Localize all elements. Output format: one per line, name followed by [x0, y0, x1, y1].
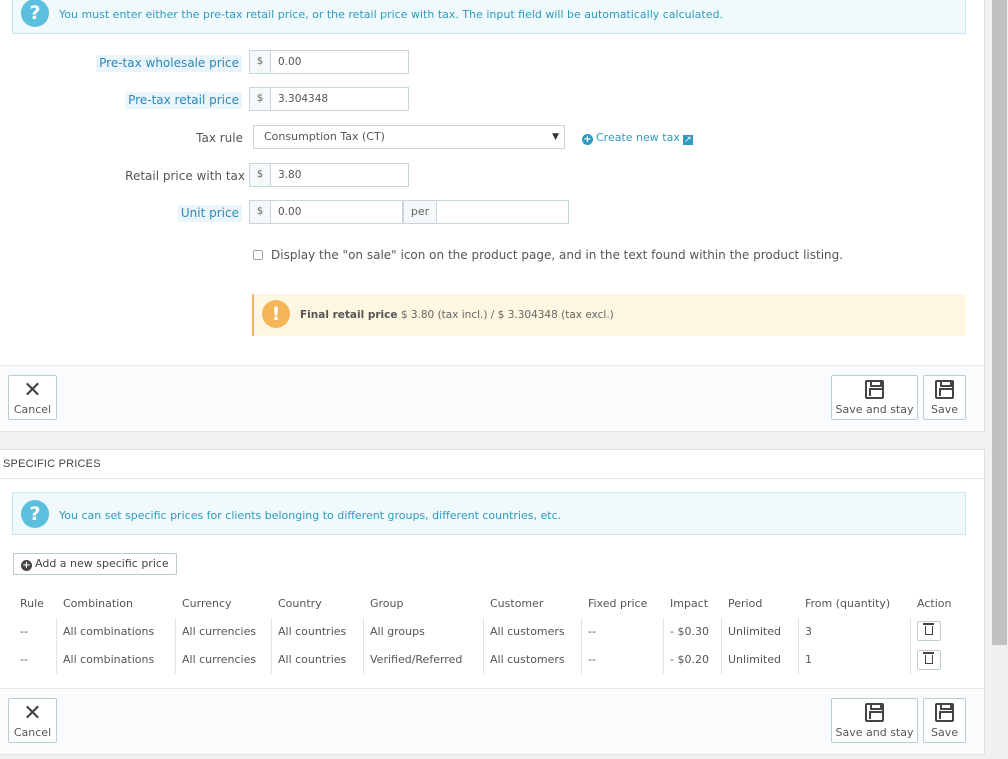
cell-group: Verified/Referred: [370, 653, 463, 666]
cell-rule: --: [20, 653, 28, 666]
column-header: Rule: [20, 597, 44, 610]
save-and-stay-button[interactable]: Save and stay: [831, 698, 918, 743]
save-button[interactable]: Save: [923, 698, 966, 743]
plus-circle-icon: +: [21, 560, 32, 571]
cell-customer: All customers: [490, 625, 565, 638]
retail-with-tax-input[interactable]: 3.80: [270, 163, 409, 187]
column-header: Impact: [670, 597, 709, 610]
specific-prices-title: SPECIFIC PRICES: [3, 458, 101, 470]
column-header: From (quantity): [805, 597, 891, 610]
wholesale-price-input[interactable]: 0.00: [270, 50, 409, 74]
on-sale-label: Display the "on sale" icon on the produc…: [271, 248, 844, 262]
cell-currency: All currencies: [182, 625, 257, 638]
column-header: Combination: [63, 597, 133, 610]
cell-combination: All combinations: [63, 625, 155, 638]
retail-price-label: Pre-tax retail price: [125, 92, 242, 109]
question-icon: ?: [21, 500, 49, 528]
column-header: Customer: [490, 597, 544, 610]
caret-down-icon: ▼: [552, 132, 559, 142]
final-price-label: Final retail price: [300, 309, 398, 321]
cell-rule: --: [20, 625, 28, 638]
unit-price-currency-addon: $: [249, 200, 271, 224]
tax-rule-label: Tax rule: [196, 131, 243, 145]
close-icon: ✕: [23, 378, 42, 403]
cell-impact: - $0.20: [670, 653, 709, 666]
wholesale-currency-addon: $: [249, 50, 271, 74]
question-icon: ?: [21, 0, 49, 27]
cell-fixed-price: --: [588, 653, 596, 666]
cell-period: Unlimited: [728, 625, 781, 638]
delete-specific-price-button[interactable]: [917, 650, 941, 670]
save-icon: [935, 380, 954, 399]
cancel-button[interactable]: ✕ Cancel: [8, 698, 57, 743]
column-header: Country: [278, 597, 322, 610]
save-button[interactable]: Save: [923, 375, 966, 420]
unit-price-label: Unit price: [177, 205, 242, 222]
cell-group: All groups: [370, 625, 425, 638]
cell-combination: All combinations: [63, 653, 155, 666]
specific-info-box: ? You can set specific prices for client…: [12, 492, 966, 535]
external-link-icon: ↗: [682, 135, 693, 145]
cell-country: All countries: [278, 653, 347, 666]
cell-country: All countries: [278, 625, 347, 638]
retail-price-input[interactable]: 3.304348: [270, 87, 409, 111]
cell-impact: - $0.30: [670, 625, 709, 638]
specific-info-text: You can set specific prices for clients …: [59, 509, 562, 522]
cancel-button[interactable]: ✕ Cancel: [8, 375, 57, 420]
tax-rule-value: Consumption Tax (CT): [264, 130, 385, 143]
exclamation-icon: !: [262, 300, 290, 328]
cell-customer: All customers: [490, 653, 565, 666]
column-header: Currency: [182, 597, 232, 610]
create-new-tax-link[interactable]: + Create new tax ↗: [582, 131, 693, 145]
trash-icon: [923, 652, 934, 664]
retail-with-tax-label: Retail price with tax: [125, 169, 245, 183]
price-info-text: You must enter either the pre-tax retail…: [59, 8, 723, 21]
save-icon: [865, 380, 884, 399]
trash-icon: [923, 623, 934, 635]
scrollbar-thumb[interactable]: [992, 0, 1007, 645]
close-icon: ✕: [23, 701, 42, 726]
cell-currency: All currencies: [182, 653, 257, 666]
column-header: Fixed price: [588, 597, 648, 610]
save-icon: [865, 703, 884, 722]
column-header: Action: [917, 597, 952, 610]
delete-specific-price-button[interactable]: [917, 621, 941, 641]
vertical-scrollbar[interactable]: [991, 0, 1008, 759]
column-header: Period: [728, 597, 763, 610]
cell-fixed-price: --: [588, 625, 596, 638]
on-sale-checkbox[interactable]: [253, 250, 263, 260]
unit-price-per-addon: per: [403, 200, 437, 224]
unit-price-per-input[interactable]: [436, 200, 569, 224]
save-and-stay-button[interactable]: Save and stay: [831, 375, 918, 420]
cell-from-quantity: 3: [805, 625, 812, 638]
final-price-box: ! Final retail price $ 3.80 (tax incl.) …: [252, 294, 966, 336]
wholesale-price-label: Pre-tax wholesale price: [96, 55, 242, 72]
retail-with-tax-currency-addon: $: [249, 163, 271, 187]
final-price-text: $ 3.80 (tax incl.) / $ 3.304348 (tax exc…: [400, 309, 614, 321]
column-header: Group: [370, 597, 404, 610]
plus-circle-icon: +: [582, 134, 593, 145]
cell-from-quantity: 1: [805, 653, 812, 666]
unit-price-input[interactable]: 0.00: [270, 200, 403, 224]
add-specific-price-button[interactable]: + Add a new specific price: [13, 553, 177, 575]
retail-currency-addon: $: [249, 87, 271, 111]
cell-period: Unlimited: [728, 653, 781, 666]
price-info-box: ? You must enter either the pre-tax reta…: [12, 0, 966, 34]
tax-rule-select[interactable]: Consumption Tax (CT) ▼: [253, 125, 565, 149]
save-icon: [935, 703, 954, 722]
